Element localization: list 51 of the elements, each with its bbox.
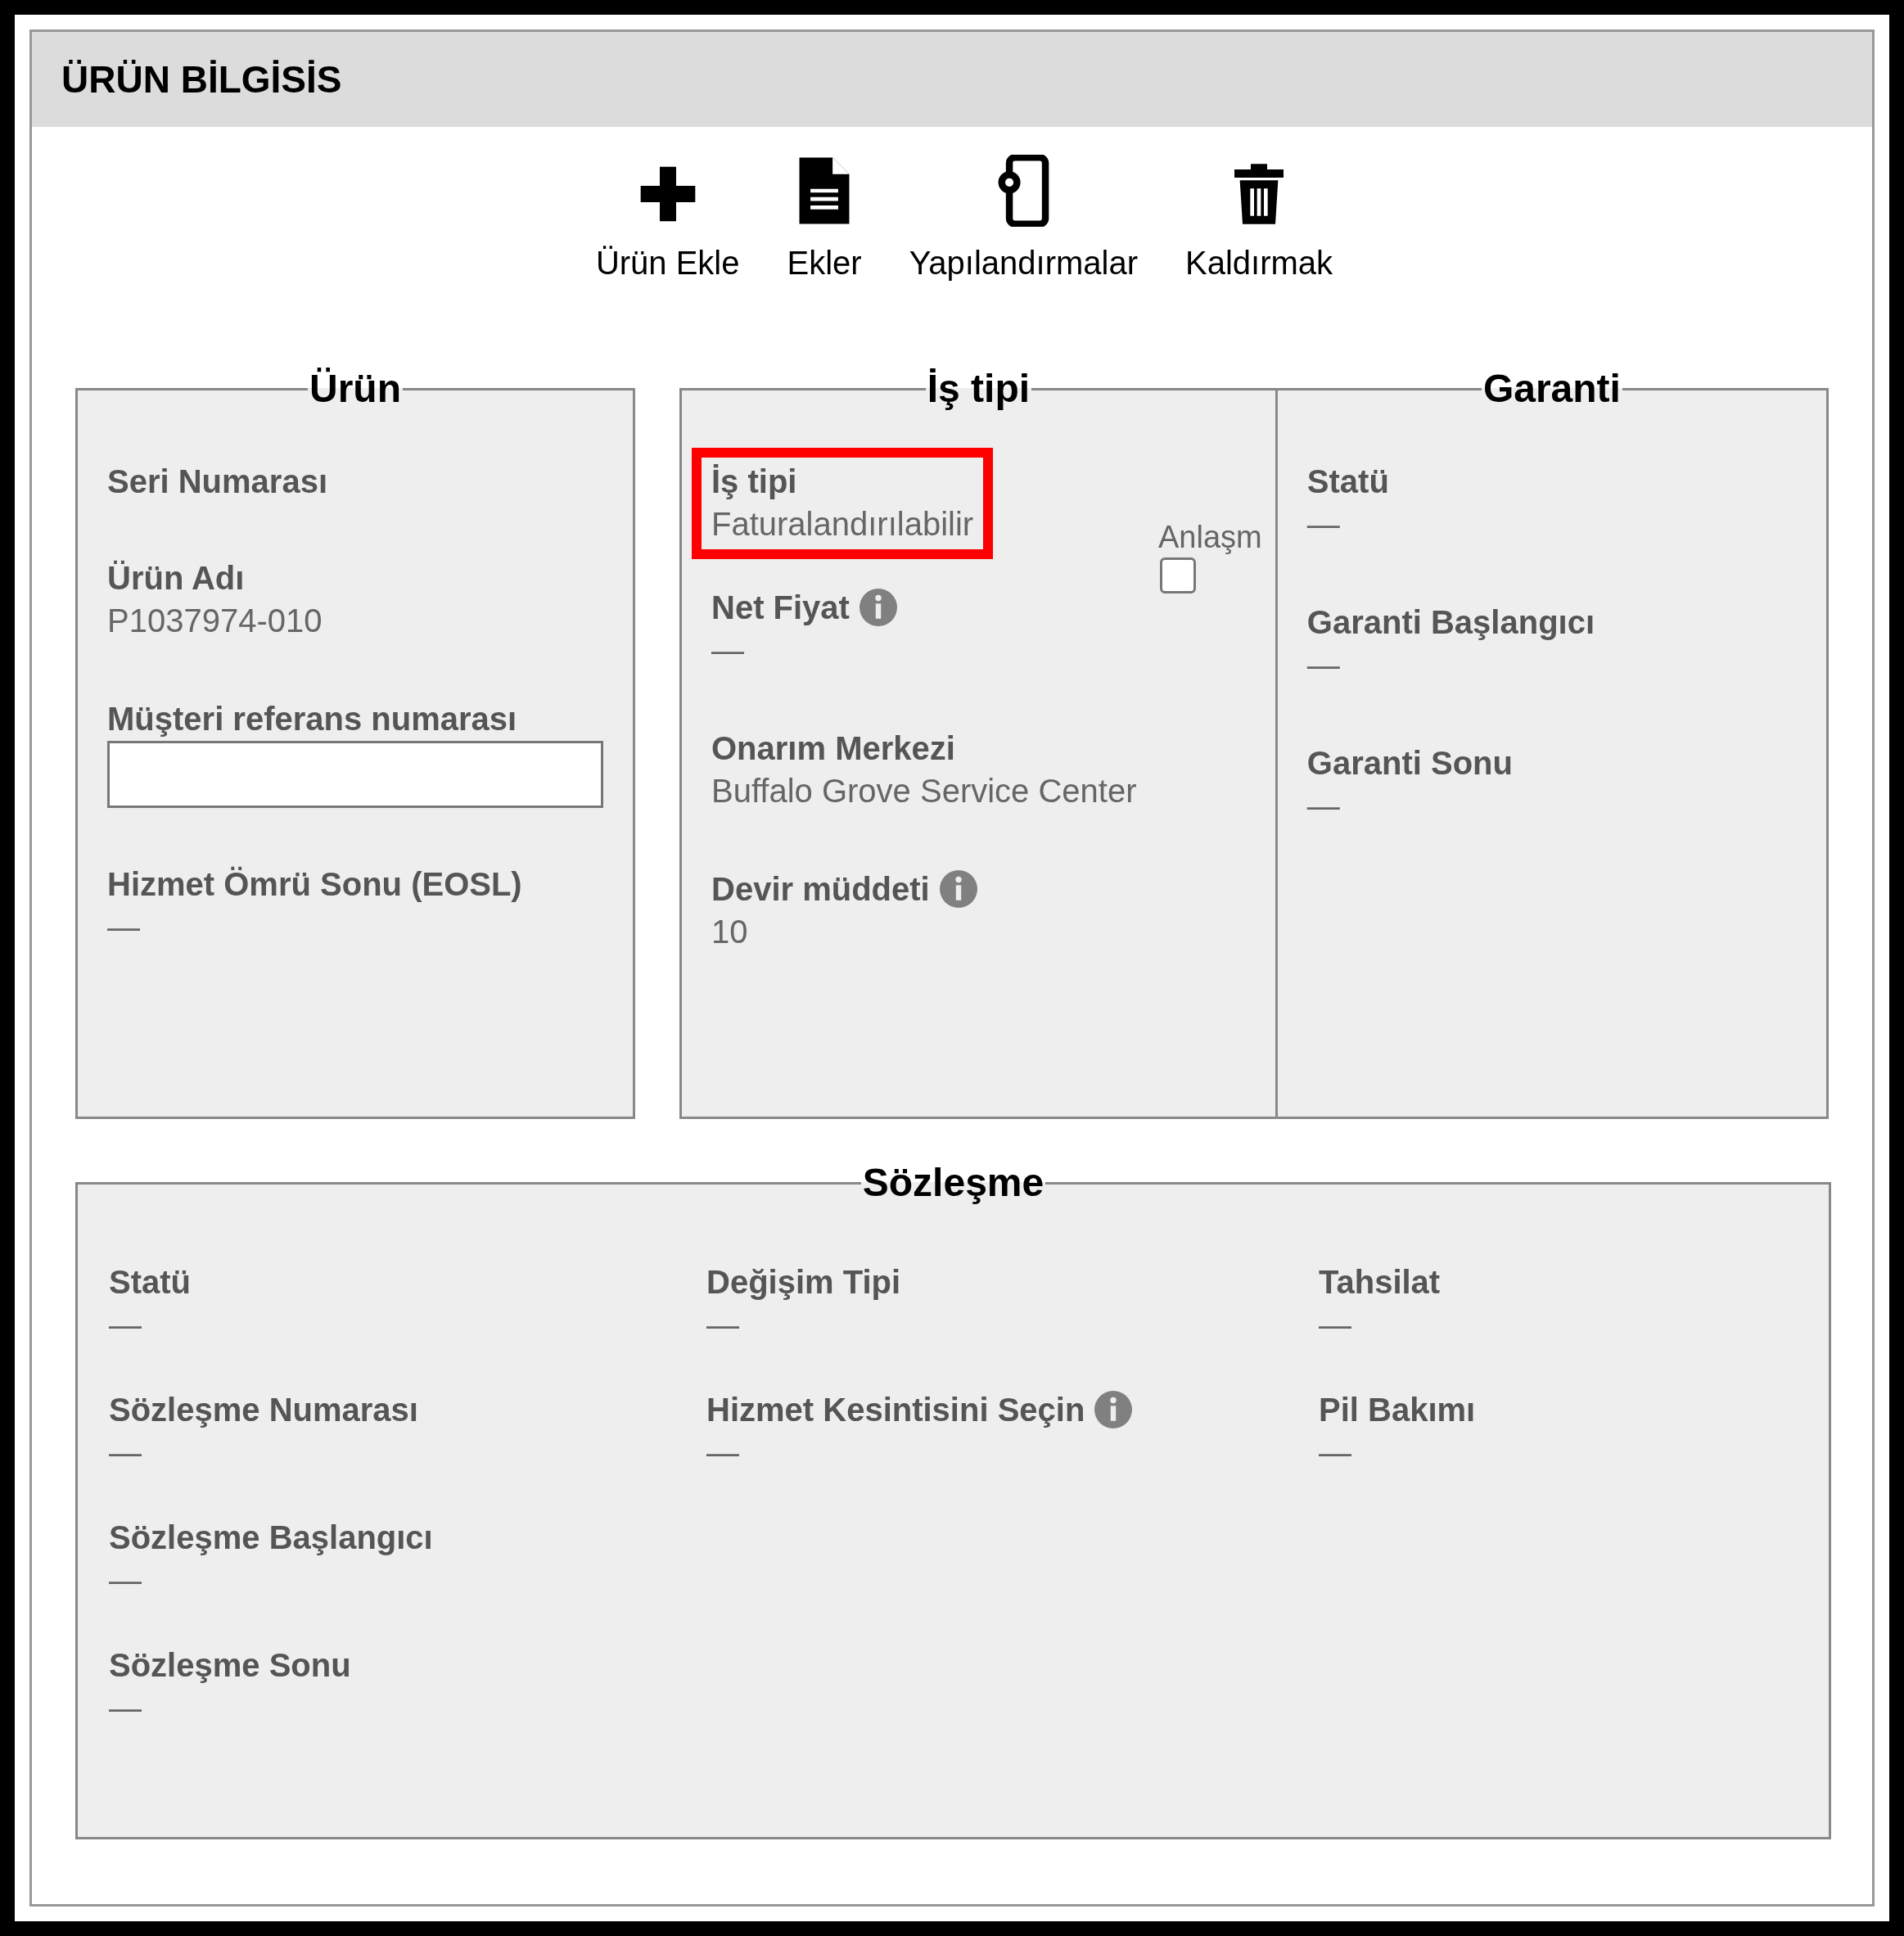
- toolbar-button[interactable]: Kaldırmak: [1182, 161, 1337, 287]
- field-value: —: [1306, 787, 1341, 825]
- field-label: Sözleşme Sonu: [109, 1646, 351, 1685]
- field-label: Pil Bakımı: [1319, 1391, 1476, 1429]
- field-label: Değişim Tipi: [706, 1263, 901, 1302]
- field-label: Devir müddeti: [711, 870, 930, 909]
- info-icon[interactable]: [1094, 1391, 1133, 1428]
- checkbox-label: Anlaşm: [1158, 519, 1262, 556]
- field-value: —: [109, 1306, 142, 1344]
- section-title: İş tipi: [927, 367, 1031, 410]
- toolbar-button[interactable]: Yapılandırmalar: [905, 155, 1142, 287]
- field-label: İş tipi: [711, 463, 797, 501]
- field-value: —: [1319, 1433, 1352, 1472]
- field-label: Seri Numarası: [107, 463, 328, 501]
- field-value: —: [107, 908, 141, 946]
- field-label: Garanti Sonu: [1306, 744, 1513, 783]
- field-label: Statü: [1306, 463, 1389, 501]
- field-value: Faturalandırılabilir: [711, 505, 974, 544]
- field-label: Garanti Başlangıcı: [1306, 603, 1595, 642]
- field-label: Hizmet Kesintisini Seçin: [706, 1391, 1085, 1429]
- toolbar-button[interactable]: Ekler: [783, 155, 865, 287]
- panel-title: ÜRÜN BİLGİSİS: [61, 56, 342, 102]
- section-title: Garanti: [1482, 367, 1621, 410]
- checkbox[interactable]: [1160, 557, 1196, 593]
- field-value: —: [1306, 646, 1341, 684]
- section-title: Sözleşme: [862, 1161, 1044, 1204]
- field-label: Tahsilat: [1319, 1263, 1441, 1302]
- field-value: —: [109, 1433, 142, 1472]
- field-label: Sözleşme Başlangıcı: [109, 1519, 433, 1557]
- field-label: Ürün Adı: [107, 559, 245, 598]
- info-icon[interactable]: [859, 589, 897, 626]
- field-label: Onarım Merkezi: [711, 729, 955, 768]
- field-value: —: [706, 1433, 740, 1472]
- field-label: Statü: [109, 1263, 191, 1302]
- field-value: 10: [711, 913, 749, 951]
- info-icon[interactable]: [939, 870, 977, 908]
- field-label: Müşteri referans numarası: [107, 700, 517, 738]
- text-field[interactable]: [107, 741, 603, 808]
- field-value: —: [711, 631, 745, 670]
- field-label: Hizmet Ömrü Sonu (EOSL): [107, 865, 522, 904]
- field-value: —: [1319, 1306, 1352, 1344]
- field-value: P1037974-010: [107, 602, 323, 640]
- field-value: Buffalo Grove Service Center: [711, 772, 1138, 810]
- field-label: Net Fiyat: [711, 589, 850, 627]
- field-value: —: [1306, 505, 1341, 544]
- field-label: Sözleşme Numarası: [109, 1391, 418, 1429]
- field-value: —: [706, 1306, 740, 1344]
- field-value: —: [109, 1689, 142, 1727]
- field-value: —: [109, 1561, 142, 1600]
- toolbar-button[interactable]: Ürün Ekle: [592, 161, 743, 287]
- section-title: Ürün: [309, 367, 401, 410]
